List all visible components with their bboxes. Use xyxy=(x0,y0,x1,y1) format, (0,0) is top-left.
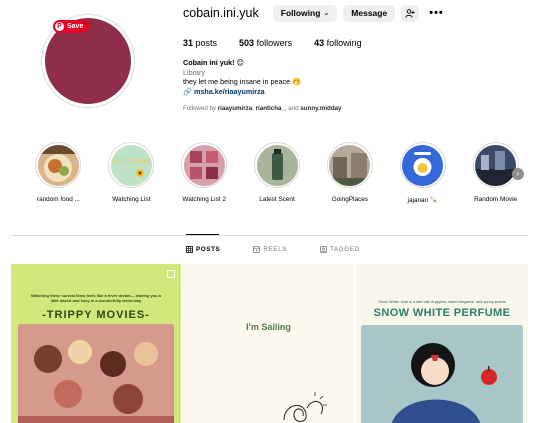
followers-label: followers xyxy=(256,38,293,48)
profile-stats: 31 posts 503 followers 43 following xyxy=(183,38,533,48)
story-highlights: random food ... watching list Watching L… xyxy=(22,142,532,204)
highlight-cover-places xyxy=(329,144,371,186)
reels-icon xyxy=(253,246,261,253)
posts-stat: 31 posts xyxy=(183,38,217,48)
following-button[interactable]: Following ⌄ xyxy=(272,4,338,22)
following-count: 43 xyxy=(314,38,325,48)
chevron-right-icon[interactable]: › xyxy=(512,168,524,180)
highlight-cover-jajanan xyxy=(402,144,444,186)
highlight-cover-food xyxy=(37,144,79,186)
highlight-label: Watching List xyxy=(112,196,151,203)
highlight-label: GoingPlaces xyxy=(331,196,368,203)
carousel-icon xyxy=(167,270,175,278)
post-tile[interactable]: Snow White: core in a tale tale of apple… xyxy=(356,264,528,423)
bio-link[interactable]: 🔗 msha.ke/riaayumirza xyxy=(183,87,533,97)
message-button[interactable]: Message xyxy=(343,4,396,22)
highlight-item[interactable]: random food ... xyxy=(22,142,95,204)
tab-posts[interactable]: POSTS xyxy=(186,246,220,253)
tabs-divider xyxy=(11,235,528,236)
sailing-doodle-icon xyxy=(283,392,327,422)
posts-label: posts xyxy=(195,38,218,48)
post-caption-small: Watching these surreal films feels like … xyxy=(31,293,161,303)
highlight-ring xyxy=(472,142,519,188)
post-tile[interactable]: Watching these surreal films feels like … xyxy=(11,264,181,423)
profile-tabs: POSTS REELS TAGGED xyxy=(186,246,393,253)
followed-by-user[interactable]: sunny.midday xyxy=(300,105,341,112)
highlight-label: Watching List 2 xyxy=(182,196,226,203)
tab-reels[interactable]: REELS xyxy=(253,246,287,253)
bio-text: they let me being insane in peace 🤭 xyxy=(183,77,302,86)
tab-tagged[interactable]: TAGGED xyxy=(320,246,360,253)
followed-by[interactable]: Followed by riaayumirza, rianticha_, and… xyxy=(183,105,533,112)
followed-by-user[interactable]: rianticha_ xyxy=(256,105,285,112)
highlight-cover-movie xyxy=(475,144,517,186)
highlight-ring xyxy=(254,142,300,188)
post-title: -TRIPPY MOVIES- xyxy=(42,309,150,321)
profile-info: cobain.ini.yuk Following ⌄ Message ••• 3… xyxy=(183,4,533,112)
highlight-item[interactable]: watching list Watching List xyxy=(95,142,168,204)
save-label: Save xyxy=(67,23,84,30)
pinterest-icon: P xyxy=(55,22,64,31)
highlight-badge-text: watching list xyxy=(112,158,152,165)
highlight-ring xyxy=(399,142,446,188)
post-title: SNOW WHITE PERFUME xyxy=(373,307,511,319)
pinterest-save-button[interactable]: P Save xyxy=(53,20,90,33)
grid-icon xyxy=(186,246,193,253)
category-label: Library xyxy=(183,67,205,77)
tab-reels-label: REELS xyxy=(263,246,288,253)
highlight-cover-scent xyxy=(256,144,298,186)
following-label: following xyxy=(326,38,362,48)
post-photo xyxy=(361,325,523,423)
followed-by-user[interactable]: riaayumirza xyxy=(218,105,252,112)
highlight-cover-watching-list-2 xyxy=(183,144,225,186)
highlight-label: Random Movie xyxy=(474,196,518,203)
followers-stat[interactable]: 503 followers xyxy=(239,38,292,48)
active-tab-indicator xyxy=(186,234,219,235)
chevron-down-icon: ⌄ xyxy=(323,10,330,17)
post-photo xyxy=(18,324,174,423)
highlight-label: Latest Scent xyxy=(259,196,295,203)
tab-posts-label: POSTS xyxy=(196,246,221,253)
following-button-label: Following xyxy=(280,8,321,18)
highlight-item[interactable]: GoingPlaces xyxy=(313,142,386,204)
highlight-item[interactable]: Latest Scent xyxy=(241,142,314,204)
tagged-icon xyxy=(320,246,327,253)
highlight-ring xyxy=(35,142,82,188)
tab-tagged-label: TAGGED xyxy=(330,246,360,253)
followed-by-prefix: Followed by xyxy=(183,105,217,112)
highlight-ring xyxy=(326,142,373,188)
link-icon: 🔗 xyxy=(183,86,192,96)
message-button-label: Message xyxy=(351,8,388,18)
add-person-button[interactable] xyxy=(401,4,420,22)
highlight-label: jajanan 🍡 xyxy=(407,197,438,204)
post-tile[interactable]: I'm Sailing xyxy=(183,264,354,423)
highlight-label: random food ... xyxy=(36,196,80,203)
following-stat[interactable]: 43 following xyxy=(314,38,362,48)
username: cobain.ini.yuk xyxy=(183,6,259,20)
more-horizontal-icon[interactable]: ••• xyxy=(429,7,444,19)
display-name: Cobain ini yuk! 😊 xyxy=(183,58,245,67)
bio-link-text: msha.ke/riaayumirza xyxy=(193,86,265,96)
highlight-item[interactable]: jajanan 🍡 xyxy=(386,142,459,204)
highlight-ring: watching list xyxy=(108,142,155,188)
followers-count: 503 xyxy=(239,38,255,48)
posts-count: 31 xyxy=(183,38,194,48)
highlight-ring xyxy=(181,142,228,188)
post-caption-small: Snow White: core in a tale tale of apple… xyxy=(378,300,506,304)
highlight-cover-watching-list: watching list xyxy=(110,144,152,186)
bio: Cobain ini yuk! 😊 Library they let me be… xyxy=(183,58,533,96)
add-person-icon xyxy=(405,8,415,18)
post-title: I'm Sailing xyxy=(246,322,291,332)
highlight-item[interactable]: Watching List 2 xyxy=(168,142,241,204)
followed-by-separator: , and xyxy=(284,105,299,112)
